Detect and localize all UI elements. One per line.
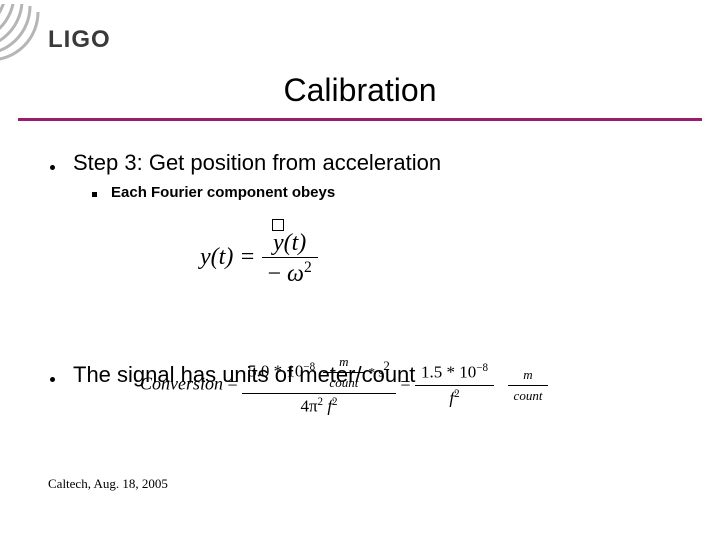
f2-eq2: = [400, 373, 415, 393]
sub-bullet-icon [92, 192, 97, 197]
formula-1: y(t) = y(t) − ω2 [50, 201, 690, 291]
f2-star-s: * s [369, 364, 384, 379]
f2-f: f [323, 397, 332, 416]
f2-frac2: 1.5 * 10−8 f2 [415, 362, 494, 408]
slide-content: Step 3: Get position from acceleration E… [50, 150, 690, 291]
title-divider [18, 118, 702, 121]
f2-u-m: m [323, 354, 364, 373]
f2-frac1: 5.0 * 10−8 m count * s2 4π2 f2 [242, 354, 396, 417]
logo-text: LIGO [48, 26, 111, 54]
f2-n2: 1.5 * 10 [421, 363, 476, 382]
logo-arcs-icon [0, 4, 42, 64]
bullet-1-text: Step 3: Get position from acceleration [73, 150, 441, 176]
slide-title: Calibration [0, 72, 720, 109]
f2-u-count: count [323, 373, 364, 391]
f2-n1: 5.0 * 10 [248, 361, 303, 380]
f1-exp: 2 [304, 259, 312, 276]
f2-eq1: = [228, 373, 243, 393]
slide-header: LIGO Calibration [0, 0, 720, 130]
f1-minus: − [268, 261, 282, 287]
f1-arg: (t) [284, 230, 307, 256]
f2-e1: −8 [303, 361, 315, 373]
f2-unit-count: count [508, 386, 549, 404]
f2-e2: −8 [476, 362, 488, 374]
f2-conv: Conversion [140, 373, 223, 393]
bullet-icon [50, 377, 55, 382]
bullet-2: The signal has units of meter/count Conv… [50, 362, 415, 394]
f2-f-exp: 2 [332, 396, 338, 408]
f1-ydd: y [273, 231, 284, 255]
f1-lhs: y(t) = [200, 244, 256, 270]
f1-omega: ω [287, 261, 304, 287]
sub-bullet-1-text: Each Fourier component obeys [111, 184, 335, 201]
f2-4pi: 4π [300, 397, 317, 416]
bullet-1: Step 3: Get position from acceleration E… [50, 150, 690, 291]
f2-unit: m count [508, 367, 549, 404]
f2-unit-m: m [508, 367, 549, 386]
slide-footer: Caltech, Aug. 18, 2005 [48, 476, 168, 492]
bullet-icon [50, 165, 55, 170]
f2-s-exp: 2 [383, 358, 390, 373]
sub-bullet-1: Each Fourier component obeys [92, 184, 690, 201]
f2-f2-exp: 2 [454, 388, 460, 400]
ligo-logo: LIGO [0, 8, 135, 60]
formula-2: Conversion = 5.0 * 10−8 m count * s2 4π2… [140, 354, 548, 417]
